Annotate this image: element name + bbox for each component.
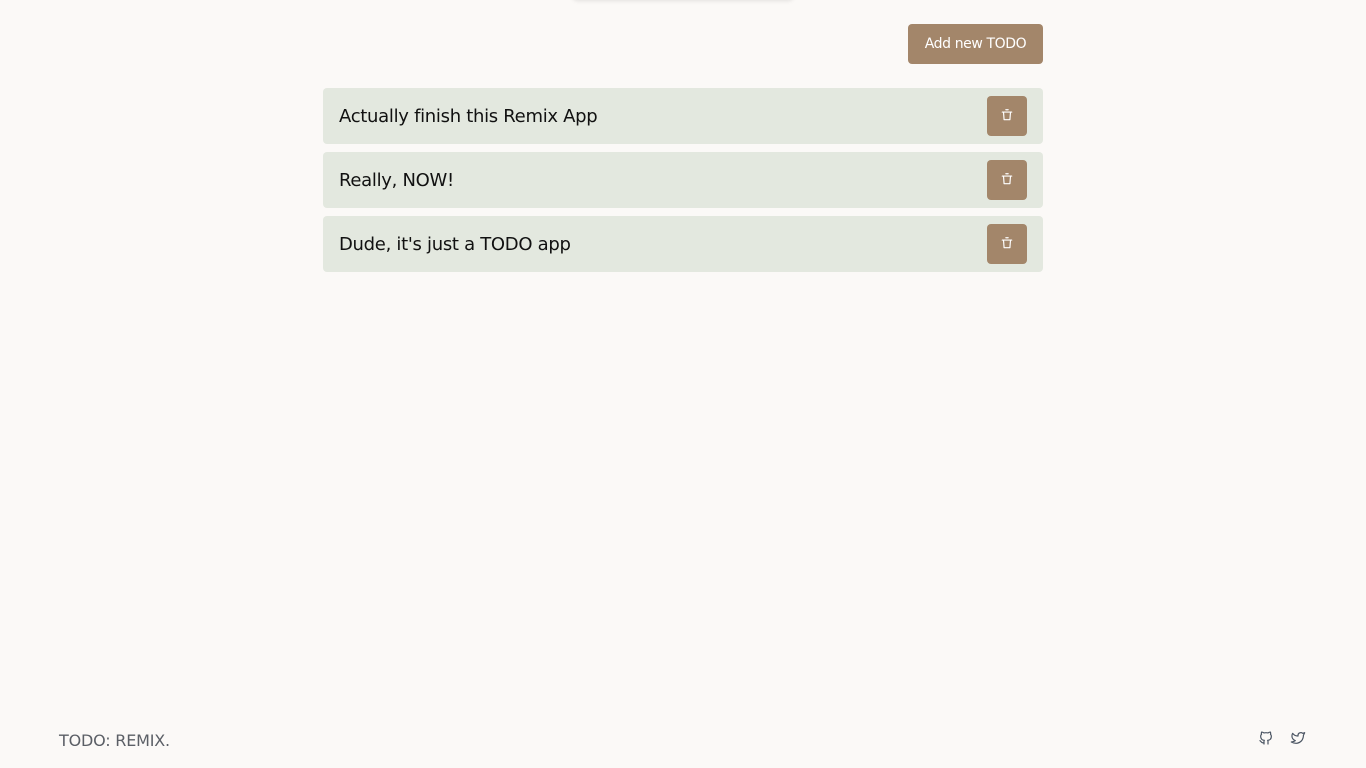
todo-text: Really, NOW! (339, 169, 454, 191)
todo-text: Dude, it's just a TODO app (339, 233, 571, 255)
footer-brand: TODO: REMIX. (59, 730, 170, 750)
todo-list: Actually finish this Remix App Really, N… (323, 88, 1043, 280)
todo-item: Dude, it's just a TODO app (323, 216, 1043, 272)
twitter-icon (1290, 730, 1306, 750)
github-icon (1258, 730, 1274, 750)
trash-icon (1000, 108, 1014, 125)
todo-item: Really, NOW! (323, 152, 1043, 208)
trash-icon (1000, 236, 1014, 253)
delete-todo-button[interactable] (987, 160, 1027, 200)
github-link[interactable] (1257, 731, 1275, 749)
delete-todo-button[interactable] (987, 96, 1027, 136)
delete-todo-button[interactable] (987, 224, 1027, 264)
add-new-todo-button[interactable]: Add new TODO (908, 24, 1043, 64)
trash-icon (1000, 172, 1014, 189)
footer: TODO: REMIX. (59, 728, 1307, 752)
twitter-link[interactable] (1289, 731, 1307, 749)
footer-social-links (1257, 731, 1307, 749)
todo-item: Actually finish this Remix App (323, 88, 1043, 144)
todo-text: Actually finish this Remix App (339, 105, 598, 127)
